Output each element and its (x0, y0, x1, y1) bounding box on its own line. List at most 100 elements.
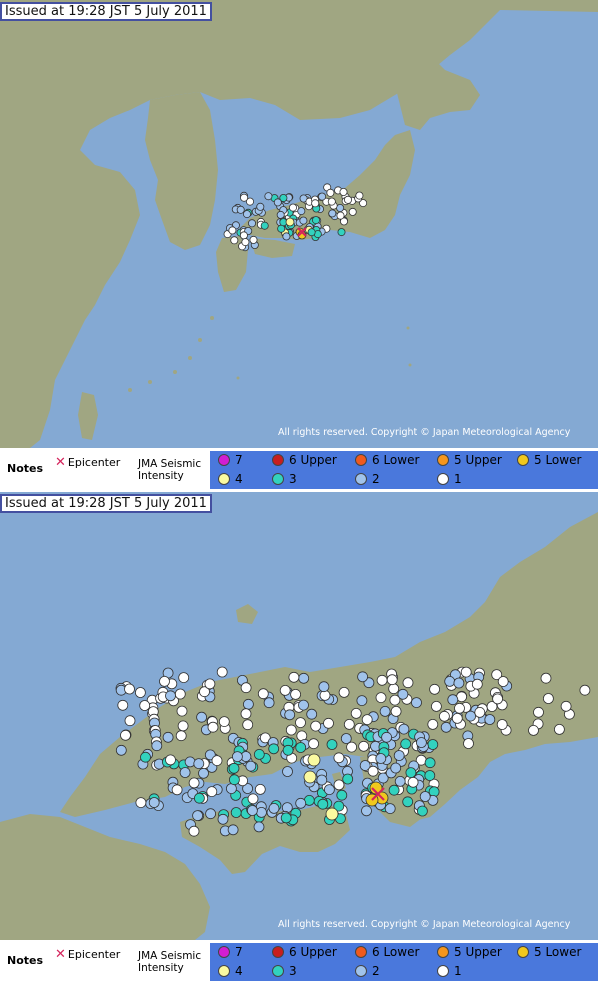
observation-dot (242, 210, 251, 219)
observation-dot (285, 724, 297, 736)
observation-dot (379, 705, 391, 717)
observation-dot (497, 676, 509, 687)
observation-dot (346, 741, 358, 753)
epicenter-x-icon: ✕ (55, 455, 66, 470)
observation-dot (176, 705, 188, 717)
observation-dot (444, 675, 456, 687)
legend-item-label: 4 (235, 964, 243, 978)
observation-dot (350, 707, 362, 719)
observation-dot (188, 777, 200, 789)
observation-dot (318, 681, 330, 693)
legend-item-label: 5 Upper (454, 945, 502, 959)
observation-dot (554, 723, 565, 735)
intensity-dot-icon (272, 965, 284, 977)
legend-item-6-lower: 6 Lower (355, 945, 419, 959)
legend-epicenter: ✕ Epicenter (55, 947, 120, 962)
legend-item-4: 4 (218, 964, 243, 978)
observation-dot (165, 754, 176, 766)
observation-dot (193, 792, 205, 804)
observation-dot (447, 694, 459, 706)
observation-dot (282, 232, 291, 241)
issued-timestamp: Issued at 19:28 JST 5 July 2011 (0, 2, 212, 21)
observation-dot (284, 709, 296, 721)
observation-dot (416, 805, 428, 817)
observation-dot (159, 675, 170, 687)
observation-dot (148, 797, 160, 808)
observation-dot (177, 720, 189, 732)
observation-dot (463, 738, 474, 749)
legend-item-label: 6 Lower (372, 945, 420, 959)
observation-dot (120, 729, 131, 741)
observation-dot (318, 192, 327, 201)
observation-dot (124, 715, 136, 727)
observation-dot (184, 756, 196, 768)
legend-item-label: 4 (235, 472, 243, 486)
intensity-dot-icon (355, 946, 367, 958)
observation-dot (282, 744, 294, 756)
observation-dot (424, 770, 436, 781)
observation-dot (236, 205, 245, 214)
overview-map-panel: Issued at 19:28 JST 5 July 2011 All righ… (0, 0, 598, 490)
intensity-dot-icon (355, 454, 367, 466)
observation-dot (411, 697, 422, 709)
observation-dot (393, 750, 405, 761)
legend-jma-line1: JMA Seismic (138, 458, 202, 470)
observation-dot (230, 807, 242, 818)
observation-dot (492, 693, 504, 705)
observation-dot (339, 187, 348, 196)
observation-dot (343, 195, 352, 204)
observation-dot (419, 791, 431, 802)
observation-dot (325, 807, 339, 821)
regional-map-panel: Issued at 19:28 JST 5 July 2011 All righ… (0, 492, 598, 985)
observation-dot (361, 714, 373, 726)
legend-item-label: 7 (235, 453, 243, 467)
legend-item-5-lower: 5 Lower (517, 453, 581, 467)
intensity-dot-icon (218, 454, 230, 466)
observation-dot (474, 706, 486, 718)
observation-dot (171, 784, 183, 796)
observation-dot (328, 209, 337, 218)
observation-dot (429, 683, 441, 695)
observation-dot (405, 767, 417, 779)
intensity-dot-icon (272, 946, 284, 958)
intensity-dot-icon (517, 454, 529, 466)
legend-item-label: 6 Lower (372, 453, 420, 467)
observation-dot (228, 226, 237, 235)
observation-dot (218, 716, 230, 728)
observation-dot (290, 688, 302, 700)
regional-map-canvas (0, 492, 598, 940)
observation-dot (268, 743, 280, 755)
observation-dot (388, 784, 400, 796)
observation-dot (175, 730, 187, 742)
legend-jma-label: JMA Seismic Intensity (138, 458, 201, 482)
overview-map: Issued at 19:28 JST 5 July 2011 All righ… (0, 0, 598, 448)
observation-dot (496, 719, 508, 730)
observation-dot (326, 188, 335, 197)
observation-dot (240, 682, 252, 694)
issued-timestamp: Issued at 19:28 JST 5 July 2011 (0, 494, 212, 513)
intensity-dot-icon (272, 473, 284, 485)
observation-dot (394, 775, 406, 787)
intensity-dot-icon (437, 946, 449, 958)
intensity-dot-icon (517, 946, 529, 958)
observation-dot (386, 674, 398, 686)
observation-dot (242, 698, 254, 710)
copyright-notice: All rights reserved. Copyright © Japan M… (278, 427, 571, 438)
legend-item-label: 5 Lower (534, 453, 582, 467)
overview-map-canvas (0, 0, 598, 448)
observation-dot (311, 199, 320, 208)
observation-dot (400, 738, 412, 750)
observation-dot (338, 686, 350, 698)
legend-item-7: 7 (218, 945, 243, 959)
observation-dot (117, 699, 129, 711)
observation-dot (206, 786, 218, 798)
observation-dot (453, 677, 465, 689)
observation-dot (162, 731, 174, 743)
observation-dot (288, 203, 297, 212)
observation-dot (358, 740, 370, 752)
observation-dot (228, 774, 240, 786)
observation-dot (389, 694, 401, 706)
observation-dot (249, 235, 258, 244)
observation-dot (139, 700, 151, 711)
legend-jma-label: JMA Seismic Intensity (138, 950, 201, 974)
